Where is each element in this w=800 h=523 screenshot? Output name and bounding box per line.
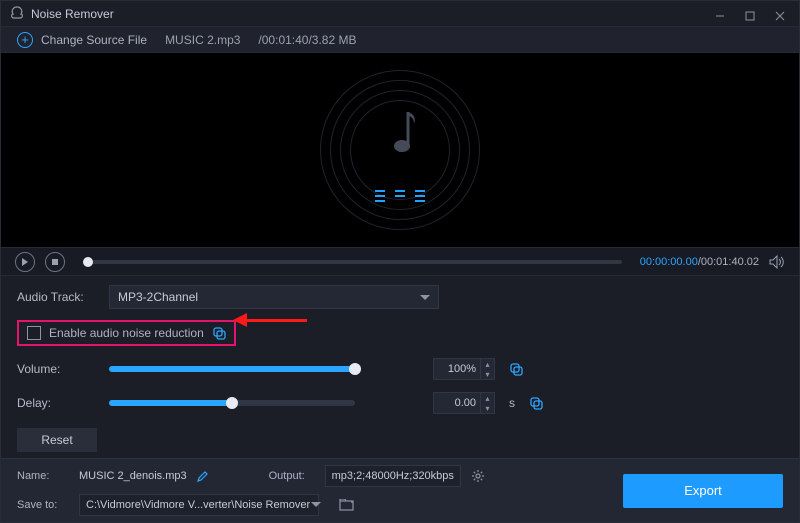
audio-track-select[interactable]: MP3-2Channel xyxy=(109,285,439,309)
volume-icon[interactable] xyxy=(769,255,785,269)
copy-icon[interactable] xyxy=(529,396,543,410)
volume-value: 100% xyxy=(434,363,480,375)
delay-value: 0.00 xyxy=(434,397,480,409)
change-source-label: Change Source File xyxy=(41,33,147,47)
open-folder-icon[interactable] xyxy=(339,499,355,511)
window-controls xyxy=(705,1,795,31)
app-logo-icon xyxy=(9,6,25,22)
chevron-down-icon[interactable] xyxy=(311,502,321,507)
output-format-field: mp3;2;48000Hz;320kbps xyxy=(325,465,461,487)
music-note-icon xyxy=(380,108,420,158)
noise-reduction-label: Enable audio noise reduction xyxy=(49,326,204,340)
change-source-button[interactable]: + Change Source File xyxy=(17,32,147,48)
export-button[interactable]: Export xyxy=(623,474,783,508)
save-to-label: Save to: xyxy=(17,499,69,511)
reset-button[interactable]: Reset xyxy=(17,428,97,452)
source-bar: + Change Source File MUSIC 2.mp3 /00:01:… xyxy=(1,26,799,53)
plus-circle-icon: + xyxy=(17,32,33,48)
delay-label: Delay: xyxy=(17,396,95,410)
audio-track-label: Audio Track: xyxy=(17,290,95,304)
stop-button[interactable] xyxy=(45,252,65,272)
source-filename: MUSIC 2.mp3 xyxy=(165,33,240,47)
volume-up[interactable]: ▴ xyxy=(481,359,494,369)
volume-stepper[interactable]: 100% ▴▾ xyxy=(433,358,495,380)
output-label: Output: xyxy=(269,470,315,482)
volume-slider[interactable] xyxy=(109,366,355,372)
delay-unit: s xyxy=(509,396,515,410)
delay-stepper[interactable]: 0.00 ▴▾ xyxy=(433,392,495,414)
noise-reduction-highlight: Enable audio noise reduction xyxy=(17,320,236,346)
name-label: Name: xyxy=(17,470,69,482)
audio-track-value: MP3-2Channel xyxy=(118,290,198,304)
app-title: Noise Remover xyxy=(31,7,114,21)
maximize-button[interactable] xyxy=(735,1,765,31)
controls-panel: Audio Track: MP3-2Channel Enable audio n… xyxy=(1,276,799,458)
chevron-down-icon xyxy=(420,295,430,300)
source-info: /00:01:40/3.82 MB xyxy=(258,33,356,47)
titlebar[interactable]: Noise Remover xyxy=(1,1,799,26)
gear-icon[interactable] xyxy=(471,469,485,483)
annotation-arrow xyxy=(233,313,307,327)
footer: Name: MUSIC 2_denois.mp3 Output: mp3;2;4… xyxy=(1,458,799,522)
copy-icon[interactable] xyxy=(212,326,226,340)
volume-label: Volume: xyxy=(17,362,95,376)
volume-down[interactable]: ▾ xyxy=(481,369,494,379)
edit-icon[interactable] xyxy=(197,470,209,482)
timeline-slider[interactable] xyxy=(83,260,622,264)
delay-up[interactable]: ▴ xyxy=(481,393,494,403)
preview-area xyxy=(1,53,799,247)
player-bar: 00:00:00.00/00:01:40.02 xyxy=(1,247,799,276)
minimize-button[interactable] xyxy=(705,1,735,31)
play-button[interactable] xyxy=(15,252,35,272)
noise-reduction-checkbox[interactable] xyxy=(27,326,41,340)
close-button[interactable] xyxy=(765,1,795,31)
app-window: Noise Remover + Change Source File MUSIC… xyxy=(0,0,800,523)
delay-down[interactable]: ▾ xyxy=(481,403,494,413)
delay-slider[interactable] xyxy=(109,400,355,406)
save-path-field[interactable]: C:\Vidmore\Vidmore V...verter\Noise Remo… xyxy=(79,494,319,516)
copy-icon[interactable] xyxy=(509,362,523,376)
name-value: MUSIC 2_denois.mp3 xyxy=(79,470,187,482)
audio-visualizer xyxy=(320,70,480,230)
time-display: 00:00:00.00/00:01:40.02 xyxy=(640,256,759,268)
equalizer-icon xyxy=(375,190,425,202)
